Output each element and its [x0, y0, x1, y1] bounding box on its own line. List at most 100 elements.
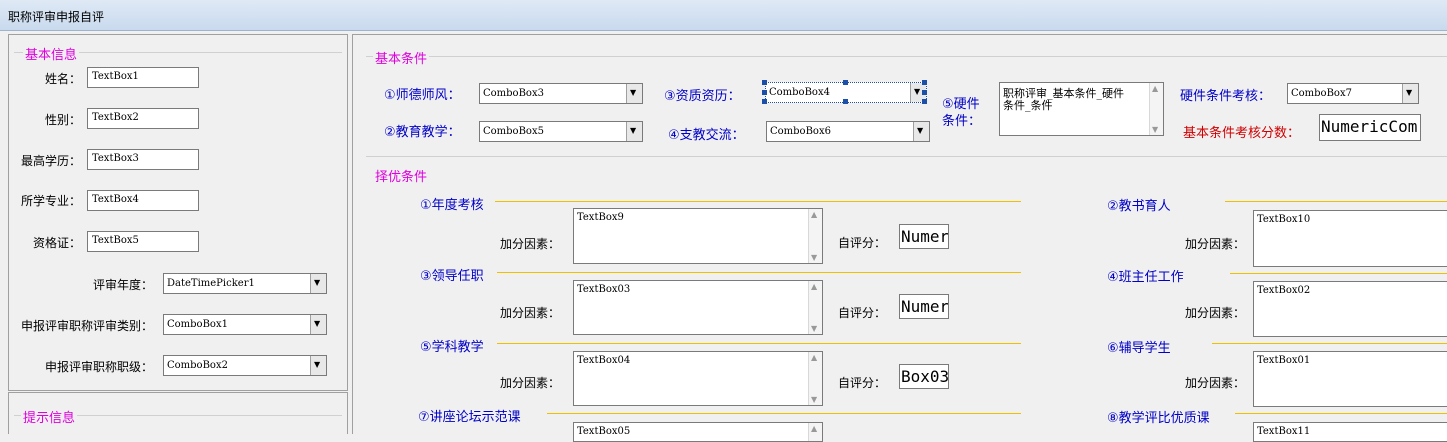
review-year-value: DateTimePicker1 — [167, 278, 255, 289]
education-people-title: ②教书育人 — [1107, 199, 1171, 214]
basic-conditions-group-title: 基本条件 — [373, 48, 430, 67]
exchange-label: ④支教交流： — [668, 128, 745, 143]
resize-handle[interactable] — [922, 80, 927, 85]
tutoring-title: ⑥辅导学生 — [1107, 341, 1171, 356]
major-label: 所学专业： — [21, 194, 82, 208]
class-teacher-title: ④班主任工作 — [1107, 270, 1184, 285]
subject-teaching-title: ⑤学科教学 — [420, 340, 484, 355]
basic-info-group-title: 基本信息 — [23, 44, 80, 63]
annual-assessment-score[interactable]: Numer — [899, 224, 949, 249]
section-divider — [495, 201, 1021, 202]
certificate-field[interactable]: TextBox5 — [87, 231, 199, 252]
leadership-title: ③领导任职 — [420, 269, 484, 284]
annual-assessment-text: TextBox9 — [577, 212, 624, 223]
scrollbar[interactable]: ▲ ▼ — [808, 209, 822, 263]
certificate-label: 资格证： — [33, 236, 82, 250]
scrollbar[interactable]: ▲ ▼ — [1149, 83, 1163, 135]
preferred-conditions-group-title: 择优条件 — [373, 166, 430, 185]
leadership-textarea[interactable]: TextBox03 ▲ ▼ — [573, 280, 823, 335]
hardware-textarea[interactable]: 职称评审_基本条件_硬件 条件_条件 ▲ ▼ — [999, 82, 1164, 136]
tutoring-textarea[interactable]: TextBox01 — [1253, 351, 1447, 407]
ethics-combo[interactable]: ComboBox3 ▼ — [479, 83, 643, 104]
chevron-down-icon[interactable]: ▼ — [1402, 84, 1418, 103]
education-people-text: TextBox10 — [1257, 214, 1311, 225]
class-teacher-text: TextBox02 — [1257, 285, 1311, 296]
subject-teaching-score[interactable]: Box03 — [899, 364, 949, 389]
name-field[interactable]: TextBox1 — [87, 67, 199, 88]
lecture-text: TextBox05 — [577, 426, 631, 437]
scroll-up-icon[interactable]: ▲ — [811, 353, 817, 362]
hint-group-title: 提示信息 — [21, 407, 78, 426]
tutoring-text: TextBox01 — [1257, 355, 1311, 366]
title-category-label: 申报评审职称评审类别： — [21, 319, 154, 333]
resize-handle[interactable] — [762, 90, 767, 95]
section-divider — [1230, 273, 1447, 274]
window-title: 职称评审申报自评 — [8, 10, 105, 24]
class-teacher-textarea[interactable]: TextBox02 — [1253, 281, 1447, 337]
scroll-up-icon[interactable]: ▲ — [1152, 84, 1158, 93]
scroll-down-icon[interactable]: ▼ — [811, 324, 817, 333]
basic-score-numeric[interactable]: NumericCom — [1319, 114, 1421, 141]
scroll-down-icon[interactable]: ▼ — [811, 253, 817, 262]
self-score-label: 自评分： — [838, 236, 887, 250]
self-score-label: 自评分： — [838, 376, 887, 390]
ethics-value: ComboBox3 — [483, 88, 544, 99]
group-border — [366, 156, 1447, 157]
education-field[interactable]: TextBox3 — [87, 149, 199, 170]
resize-handle[interactable] — [762, 99, 767, 104]
exchange-combo[interactable]: ComboBox6 ▼ — [766, 121, 930, 142]
ethics-label: ①师德师风： — [384, 88, 461, 103]
subject-teaching-text: TextBox04 — [577, 355, 631, 366]
bonus-label: 加分因素： — [1185, 237, 1246, 251]
hardware-check-combo[interactable]: ComboBox7 ▼ — [1287, 83, 1419, 104]
teaching-label: ②教育教学： — [384, 125, 461, 140]
review-year-label: 评审年度： — [93, 278, 154, 292]
teaching-contest-textarea[interactable]: TextBox11 — [1253, 422, 1447, 442]
hardware-label-line2: 条件： — [942, 114, 982, 129]
gender-label: 性别： — [45, 113, 82, 127]
qualification-value: ComboBox4 — [769, 87, 830, 98]
scroll-up-icon[interactable]: ▲ — [811, 210, 817, 219]
title-level-combo[interactable]: ComboBox2 ▼ — [163, 355, 327, 376]
chevron-down-icon[interactable]: ▼ — [310, 315, 326, 334]
title-bar: 职称评审申报自评 — [0, 0, 1447, 31]
chevron-down-icon[interactable]: ▼ — [626, 84, 642, 103]
qualification-label: ③资质资历： — [664, 89, 741, 104]
chevron-down-icon[interactable]: ▼ — [310, 274, 326, 293]
chevron-down-icon[interactable]: ▼ — [310, 356, 326, 375]
teaching-value: ComboBox5 — [483, 126, 544, 137]
subject-teaching-textarea[interactable]: TextBox04 ▲ ▼ — [573, 351, 823, 406]
resize-handle[interactable] — [762, 80, 767, 85]
gender-field[interactable]: TextBox2 — [87, 108, 199, 129]
section-divider — [1212, 343, 1447, 344]
education-label: 最高学历： — [21, 154, 82, 168]
resize-handle[interactable] — [843, 99, 848, 104]
chevron-down-icon[interactable]: ▼ — [626, 122, 642, 141]
leadership-text: TextBox03 — [577, 284, 631, 295]
bonus-label: 加分因素： — [1185, 376, 1246, 390]
major-field[interactable]: TextBox4 — [87, 190, 199, 211]
annual-assessment-textarea[interactable]: TextBox9 ▲ ▼ — [573, 208, 823, 264]
scroll-down-icon[interactable]: ▼ — [1152, 125, 1158, 134]
leadership-score[interactable]: Numer — [899, 294, 949, 319]
title-category-combo[interactable]: ComboBox1 ▼ — [163, 314, 327, 335]
chevron-down-icon[interactable]: ▼ — [913, 122, 929, 141]
scrollbar[interactable]: ▲ ▼ — [808, 281, 822, 334]
scrollbar[interactable]: ▲ ▼ — [808, 352, 822, 405]
teaching-combo[interactable]: ComboBox5 ▼ — [479, 121, 643, 142]
title-category-value: ComboBox1 — [167, 319, 228, 330]
scroll-up-icon[interactable]: ▲ — [811, 282, 817, 291]
section-divider — [1225, 201, 1447, 202]
scrollbar[interactable]: ▲ — [808, 423, 822, 441]
resize-handle[interactable] — [922, 99, 927, 104]
resize-handle[interactable] — [843, 80, 848, 85]
resize-handle[interactable] — [922, 90, 927, 95]
self-score-label: 自评分： — [838, 306, 887, 320]
section-divider — [1235, 413, 1447, 414]
education-people-textarea[interactable]: TextBox10 — [1253, 210, 1447, 267]
scroll-up-icon[interactable]: ▲ — [811, 424, 817, 433]
review-year-picker[interactable]: DateTimePicker1 ▼ — [163, 273, 327, 294]
section-divider — [547, 413, 1021, 414]
scroll-down-icon[interactable]: ▼ — [811, 395, 817, 404]
lecture-textarea[interactable]: TextBox05 ▲ — [573, 422, 823, 442]
